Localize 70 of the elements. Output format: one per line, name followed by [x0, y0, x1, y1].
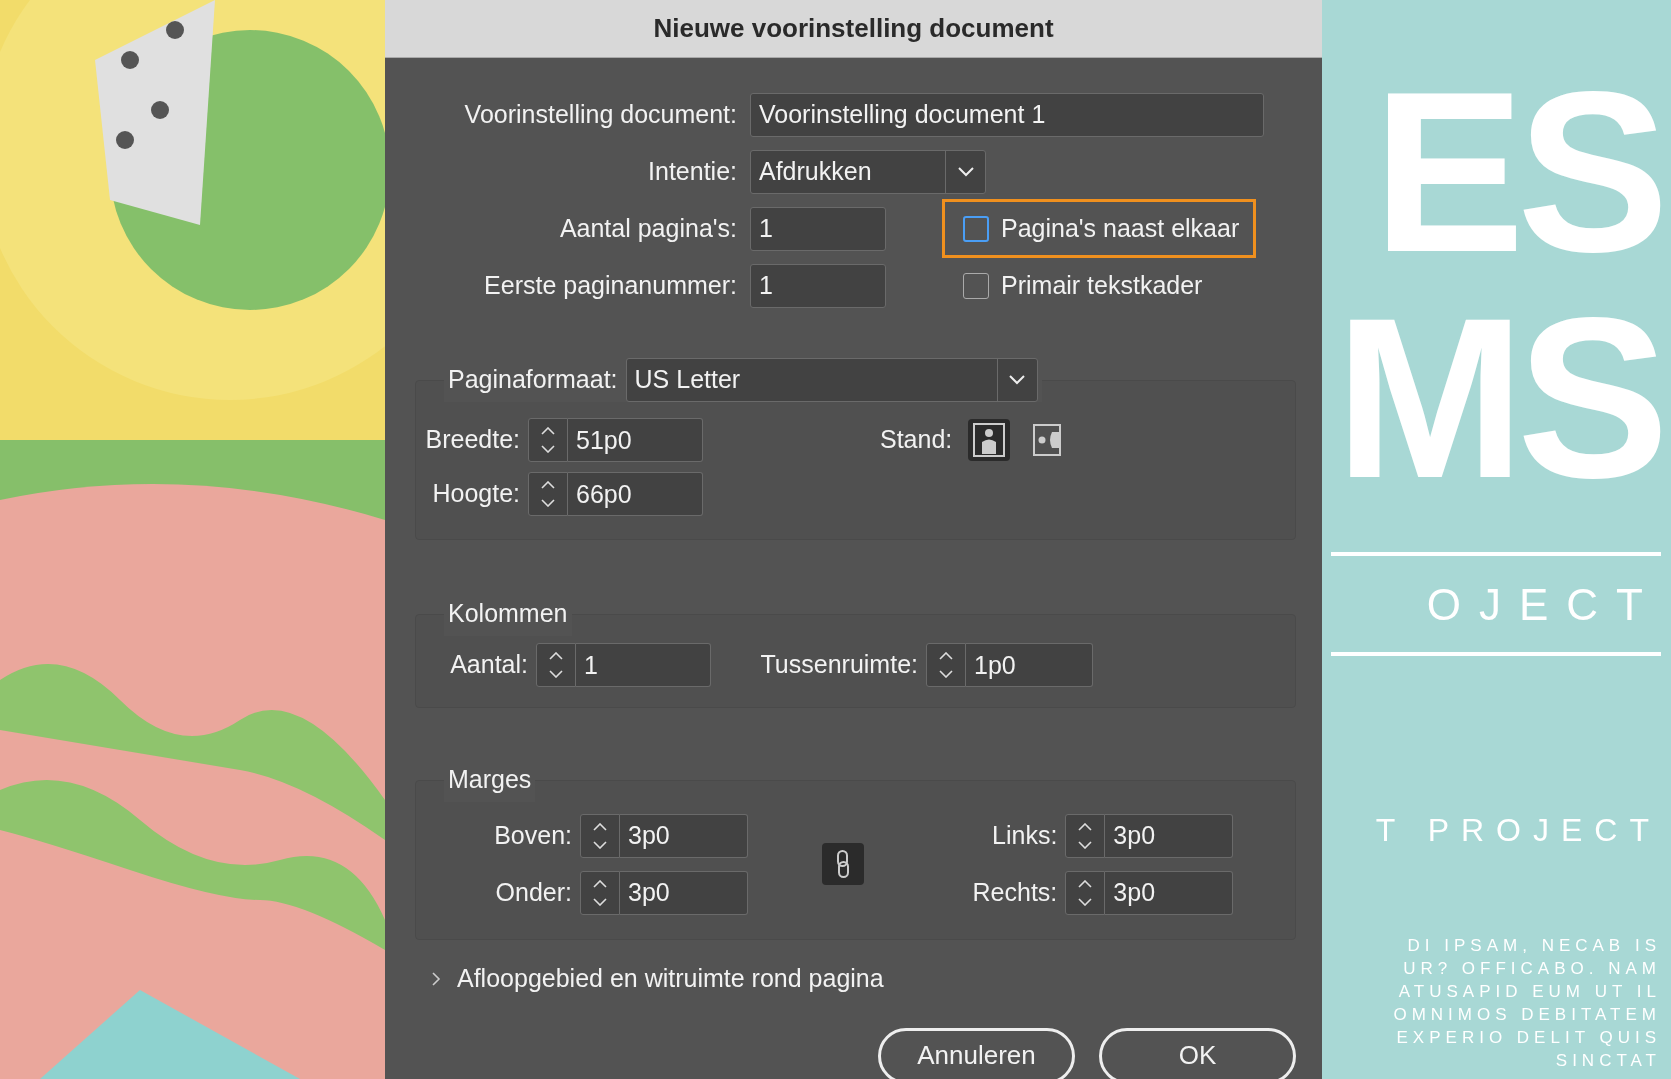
field-label: Intentie:: [647, 155, 737, 187]
up-down-arrows-icon: [549, 652, 563, 678]
cancel-button[interactable]: Annuleren: [878, 1027, 1075, 1079]
checkbox[interactable]: [963, 215, 989, 242]
number-field[interactable]: 1: [750, 206, 886, 251]
intent-dropdown[interactable]: Afdrukken: [750, 149, 986, 194]
stepper-button[interactable]: [926, 643, 966, 687]
portrait-button[interactable]: [968, 419, 1011, 461]
up-down-arrows-icon: [541, 427, 555, 453]
stepper-button[interactable]: [528, 418, 568, 462]
stepper-button[interactable]: [536, 643, 576, 687]
tagline: T PROJECT: [1375, 811, 1661, 850]
field-label: Tussenruimte:: [759, 649, 918, 681]
group-label: Marges: [448, 764, 532, 796]
group-label: Paginaformaat:: [448, 364, 618, 396]
body-text: OMNIMOS DEBITATEM: [1393, 1004, 1661, 1026]
ok-button[interactable]: OK: [1099, 1027, 1296, 1079]
body-text: ATUSAPID EUM UT IL: [1397, 981, 1661, 1003]
field-label: Aantal:: [449, 649, 528, 681]
headline: ES: [1372, 58, 1661, 286]
field-label: Onder:: [494, 876, 572, 908]
number-field[interactable]: 1: [576, 643, 711, 687]
up-down-arrows-icon: [939, 652, 953, 678]
link-button[interactable]: [821, 843, 864, 885]
checkbox-label[interactable]: Primair tekstkader: [1001, 266, 1203, 305]
number-field[interactable]: 3p0: [620, 870, 748, 915]
chevron-down-icon: [1009, 375, 1026, 385]
window-title: Nieuwe voorinstelling document: [385, 0, 1322, 58]
body-text: DI IPSAM, NECAB IS: [1406, 935, 1661, 957]
stepper-button[interactable]: [580, 813, 620, 858]
chevron-down-icon: [957, 166, 974, 177]
checkbox-label[interactable]: Pagina's naast elkaar: [1001, 209, 1240, 248]
field-label: Aantal pagina's:: [558, 212, 737, 244]
stepper-button[interactable]: [1065, 870, 1106, 915]
field-label: Breedte:: [424, 424, 520, 456]
up-down-arrows-icon: [1078, 822, 1093, 849]
body-text: UR? OFFICABO. NAM: [1402, 958, 1661, 980]
disclosure-toggle[interactable]: Afloopgebied en witruimte rond pagina: [457, 960, 884, 998]
stepper-button[interactable]: [1065, 813, 1106, 858]
group-label: Kolommen: [448, 598, 568, 630]
body-text: SINCTAT: [1554, 1050, 1661, 1072]
subtitle: OJECT: [1426, 579, 1661, 631]
up-down-arrows-icon: [593, 879, 607, 906]
stepper-button[interactable]: [528, 472, 568, 516]
up-down-arrows-icon: [1078, 879, 1093, 906]
number-field[interactable]: 1p0: [966, 643, 1093, 687]
chain-link-icon: [836, 850, 849, 878]
number-field[interactable]: 1: [750, 263, 886, 308]
up-down-arrows-icon: [541, 481, 555, 507]
stepper-button[interactable]: [580, 870, 620, 915]
field-label: Rechts:: [971, 876, 1058, 908]
field-label: Boven:: [493, 819, 572, 851]
landscape-page-icon: [1032, 422, 1063, 458]
field-label: Stand:: [880, 424, 953, 456]
headline: MS: [1335, 284, 1661, 512]
page-size-dropdown[interactable]: US Letter: [625, 358, 1038, 402]
field-label: Eerste paginanummer:: [483, 269, 737, 301]
number-field[interactable]: 51p0: [568, 418, 703, 462]
number-field[interactable]: 3p0: [1105, 870, 1234, 915]
up-down-arrows-icon: [593, 822, 607, 849]
number-field[interactable]: 3p0: [620, 813, 748, 858]
field-label: Hoogte:: [431, 478, 520, 510]
number-field[interactable]: 3p0: [1105, 813, 1234, 858]
text-field[interactable]: Voorinstelling document 1: [750, 92, 1264, 137]
field-label: Links:: [991, 819, 1058, 851]
body-text: EXPERIO DELIT QUIS: [1395, 1027, 1661, 1049]
portrait-page-icon: [971, 422, 1008, 458]
field-label: Voorinstelling document:: [463, 98, 737, 130]
number-field[interactable]: 66p0: [568, 472, 703, 516]
checkbox[interactable]: [963, 272, 989, 299]
